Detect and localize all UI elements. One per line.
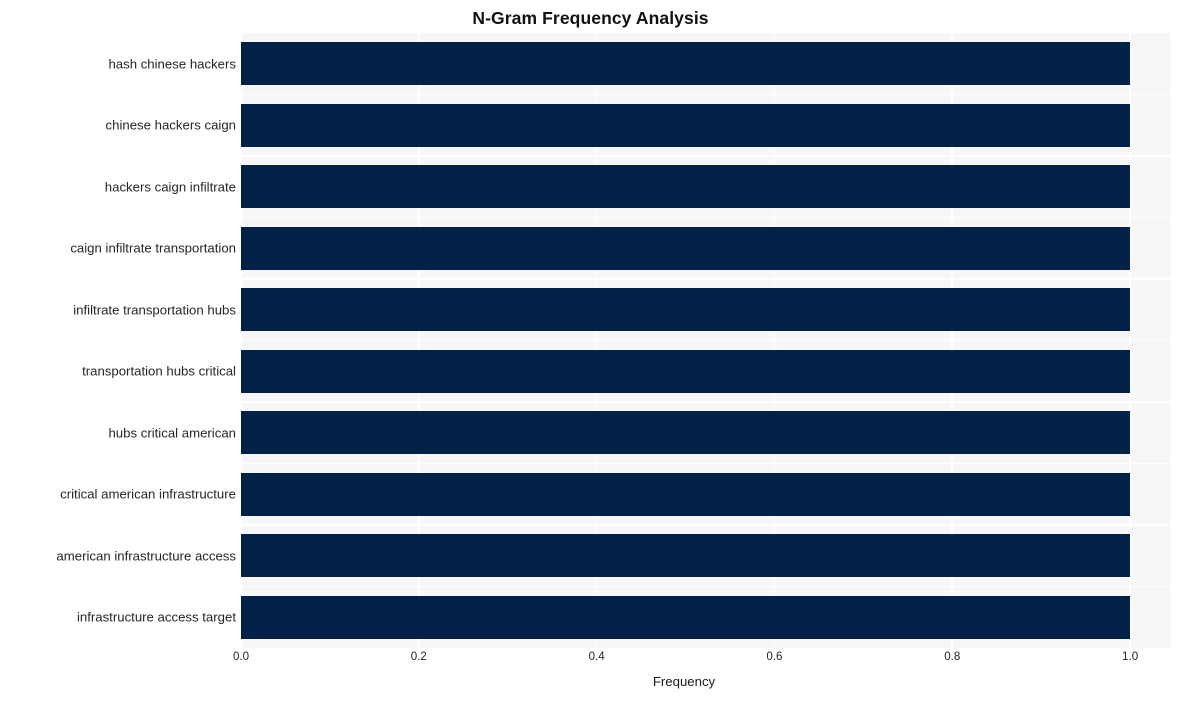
bar <box>241 42 1131 86</box>
bar <box>241 165 1131 209</box>
y-gridline <box>241 585 1171 588</box>
y-gridline <box>241 216 1171 219</box>
bar <box>241 595 1131 639</box>
y-axis-tick-labels: hash chinese hackers chinese hackers caig… <box>0 33 236 648</box>
bar <box>241 288 1131 332</box>
y-tick-label: infrastructure access target <box>76 609 236 625</box>
y-tick-label: american infrastructure access <box>56 548 236 564</box>
x-axis-tick-labels: 0.0 0.2 0.4 0.6 0.8 1.0 <box>233 650 1171 672</box>
x-tick-label: 0.0 <box>232 650 250 663</box>
y-tick-label: caign infiltrate transportation <box>70 240 236 256</box>
x-tick-label: 1.0 <box>1122 650 1139 663</box>
bar <box>241 411 1131 455</box>
x-tick-label: 0.6 <box>766 650 783 663</box>
bar <box>241 349 1131 393</box>
y-tick-label: hackers caign infiltrate <box>104 179 236 195</box>
y-tick-label: transportation hubs critical <box>82 363 236 379</box>
y-gridline <box>241 401 1171 403</box>
plot-area <box>241 33 1171 648</box>
x-tick-label: 0.4 <box>588 650 605 663</box>
x-axis-title: Frequency <box>652 674 716 689</box>
y-gridline <box>241 93 1171 96</box>
y-tick-label: critical american infrastructure <box>60 486 236 502</box>
x-tick-label: 0.2 <box>410 650 427 663</box>
y-gridline <box>241 278 1171 280</box>
y-tick-label: hubs critical american <box>108 425 236 441</box>
bar <box>241 103 1131 147</box>
y-gridline <box>241 155 1171 157</box>
page-title: N-Gram Frequency Analysis <box>472 8 709 28</box>
x-tick-label: 0.8 <box>944 650 961 663</box>
bar <box>241 226 1131 270</box>
y-gridline <box>241 462 1171 465</box>
y-tick-label: hash chinese hackers <box>108 56 236 72</box>
chart-figure: N-Gram Frequency Analysis hash chinese h… <box>0 0 1181 701</box>
y-tick-label: chinese hackers caign <box>105 117 236 133</box>
bar <box>241 472 1131 516</box>
y-tick-label: infiltrate transportation hubs <box>73 302 236 318</box>
y-gridline <box>241 524 1171 526</box>
bar <box>241 534 1131 578</box>
y-gridline <box>241 339 1171 342</box>
